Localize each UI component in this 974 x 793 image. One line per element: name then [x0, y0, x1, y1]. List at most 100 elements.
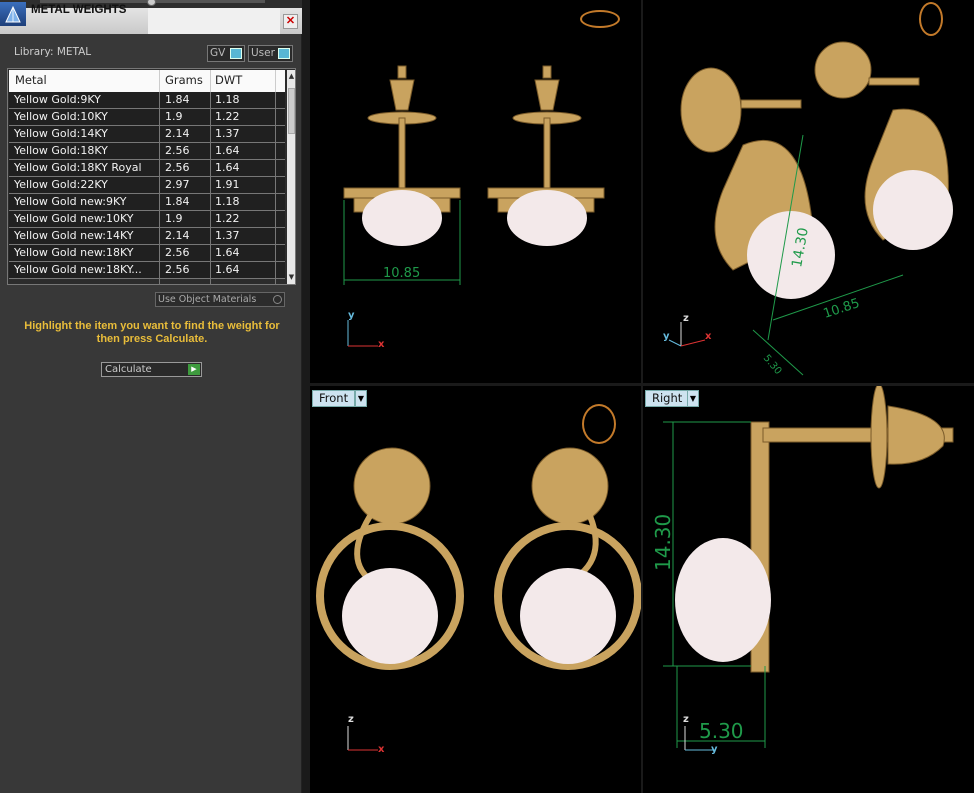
pearl-top-left: [362, 190, 442, 246]
hint-text: Highlight the item you want to find the …: [24, 320, 280, 345]
pearl-front-right: [520, 568, 616, 664]
table-row[interactable]: Yellow Gold new:18KY... 2.56 1.64: [9, 262, 285, 279]
right-view-drawing: 14.30 5.30: [651, 386, 954, 751]
pearl-front-left: [342, 568, 438, 664]
dwt-cell: 1.64: [215, 144, 240, 157]
dwt-cell: 1.37: [215, 127, 240, 140]
table-row[interactable]: Yellow Gold new:9KY 1.84 1.18: [9, 194, 285, 211]
grams-cell: 1.84: [165, 93, 190, 106]
user-switch-icon[interactable]: [278, 48, 290, 59]
axis-z-label: z: [348, 714, 354, 725]
metal-cell: Yellow Gold new:14KY: [14, 229, 134, 242]
metal-cell: Yellow Gold new:10KY: [14, 212, 134, 225]
metal-cell: Yellow Gold:14KY: [14, 127, 108, 140]
diamond-view-icon[interactable]: [580, 10, 620, 28]
table-body: Yellow Gold:9KY 1.84 1.18 Yellow Gold:10KY 1…: [9, 92, 285, 279]
table-scrollbar[interactable]: ▲ ▼: [287, 70, 295, 284]
axis-z-label: z: [683, 714, 689, 725]
calculate-label: Calculate: [105, 364, 152, 375]
dwt-cell: 1.22: [215, 212, 240, 225]
metal-weights-panel: METAL WEIGHTS ✕ Library: METAL GV User M…: [0, 0, 302, 793]
user-toggle-label: User: [251, 47, 275, 59]
pearl-right-side: [675, 538, 771, 662]
table-row[interactable]: Yellow Gold:10KY 1.9 1.22: [9, 109, 285, 126]
front-view-drawing: [316, 447, 641, 751]
table-row[interactable]: Yellow Gold:22KY 2.97 1.91: [9, 177, 285, 194]
top-view-drawing: 10.85: [343, 65, 605, 347]
axis-gizmo: [347, 320, 378, 347]
calculate-button[interactable]: Calculate ▶: [101, 362, 202, 377]
earring-right-side: [750, 386, 954, 673]
table-row[interactable]: Yellow Gold:18KY Royal 2.56 1.64: [9, 160, 285, 177]
metal-cell: Yellow Gold new:18KY...: [14, 263, 142, 276]
scroll-thumb[interactable]: [288, 88, 295, 134]
user-toggle[interactable]: User: [248, 45, 293, 62]
grams-cell: 1.84: [165, 195, 190, 208]
axis-x-label: x: [378, 339, 385, 350]
dwt-cell: 1.18: [215, 93, 240, 106]
metal-cell: Yellow Gold:22KY: [14, 178, 108, 191]
use-object-materials-label: Use Object Materials: [158, 294, 257, 305]
dwt-cell: 1.37: [215, 229, 240, 242]
metal-cell: Yellow Gold new:18KY: [14, 246, 134, 259]
col-grams-header[interactable]: Grams: [165, 73, 203, 87]
pyramid-icon: [0, 2, 26, 26]
pearl-top-right: [507, 190, 587, 246]
dimension-label: 10.85: [383, 266, 420, 281]
grams-cell: 1.9: [165, 110, 183, 123]
ring-view-icon[interactable]: [919, 2, 943, 36]
metal-cell: Yellow Gold:18KY Royal: [14, 161, 142, 174]
library-label: Library: METAL: [14, 46, 92, 58]
viewport-perspective[interactable]: 14.30 10.85 5.30 z y x: [643, 0, 974, 383]
dwt-cell: 1.22: [215, 110, 240, 123]
axis-y-label: y: [348, 310, 355, 321]
viewport-front[interactable]: Front ▼ z x: [310, 386, 641, 793]
perspective-view-drawing: 14.30 10.85 5.30: [668, 41, 953, 377]
viewport-top[interactable]: 10.85 y x: [310, 0, 641, 383]
axis-gizmo: [668, 322, 706, 347]
table-row[interactable]: Yellow Gold new:18KY 2.56 1.64: [9, 245, 285, 262]
grams-cell: 2.56: [165, 161, 190, 174]
use-object-materials-option[interactable]: Use Object Materials: [155, 292, 285, 307]
grams-cell: 2.14: [165, 229, 190, 242]
pearl-perspective-right: [873, 170, 953, 250]
dwt-cell: 1.18: [215, 195, 240, 208]
scroll-down-icon[interactable]: ▼: [287, 273, 295, 281]
table-row[interactable]: Yellow Gold:9KY 1.84 1.18: [9, 92, 285, 109]
axis-x-label: x: [705, 331, 712, 342]
dwt-cell: 1.64: [215, 246, 240, 259]
titlebar-blank: [148, 8, 280, 34]
gv-toggle-label: GV: [210, 47, 226, 59]
scroll-up-icon[interactable]: ▲: [287, 72, 295, 80]
ring-view-icon[interactable]: [582, 404, 616, 444]
dimension-label-b: 10.85: [822, 296, 862, 322]
grams-cell: 2.56: [165, 263, 190, 276]
gv-switch-icon[interactable]: [230, 48, 242, 59]
col-dwt-header[interactable]: DWT: [215, 73, 242, 87]
table-row[interactable]: Yellow Gold:14KY 2.14 1.37: [9, 126, 285, 143]
metal-cell: Yellow Gold:18KY: [14, 144, 108, 157]
axis-z-label: z: [683, 313, 689, 324]
grams-cell: 2.14: [165, 127, 190, 140]
dimension-label-b: 5.30: [699, 719, 744, 743]
viewport-right[interactable]: Right ▼ 14.30 5.30 z y: [643, 386, 974, 793]
close-icon[interactable]: ✕: [283, 14, 298, 29]
metal-table: Metal Grams DWT Yellow Gold:9KY 1.84 1.18 Y…: [7, 68, 296, 285]
metal-cell: Yellow Gold:10KY: [14, 110, 108, 123]
radio-icon[interactable]: [273, 295, 282, 304]
grams-cell: 2.56: [165, 144, 190, 157]
table-row[interactable]: Yellow Gold new:14KY 2.14 1.37: [9, 228, 285, 245]
metal-cell: Yellow Gold new:9KY: [14, 195, 127, 208]
gv-toggle[interactable]: GV: [207, 45, 245, 62]
table-row[interactable]: Yellow Gold:18KY 2.56 1.64: [9, 143, 285, 160]
axis-y-label: y: [711, 744, 718, 755]
dwt-cell: 1.64: [215, 161, 240, 174]
axis-gizmo: [347, 726, 378, 751]
axis-x-label: x: [378, 744, 385, 755]
dimension-label-c: 5.30: [761, 353, 784, 377]
top-slider-knob[interactable]: [147, 0, 156, 6]
grams-cell: 2.97: [165, 178, 190, 191]
dwt-cell: 1.91: [215, 178, 240, 191]
col-metal-header[interactable]: Metal: [15, 73, 47, 87]
table-row[interactable]: Yellow Gold new:10KY 1.9 1.22: [9, 211, 285, 228]
